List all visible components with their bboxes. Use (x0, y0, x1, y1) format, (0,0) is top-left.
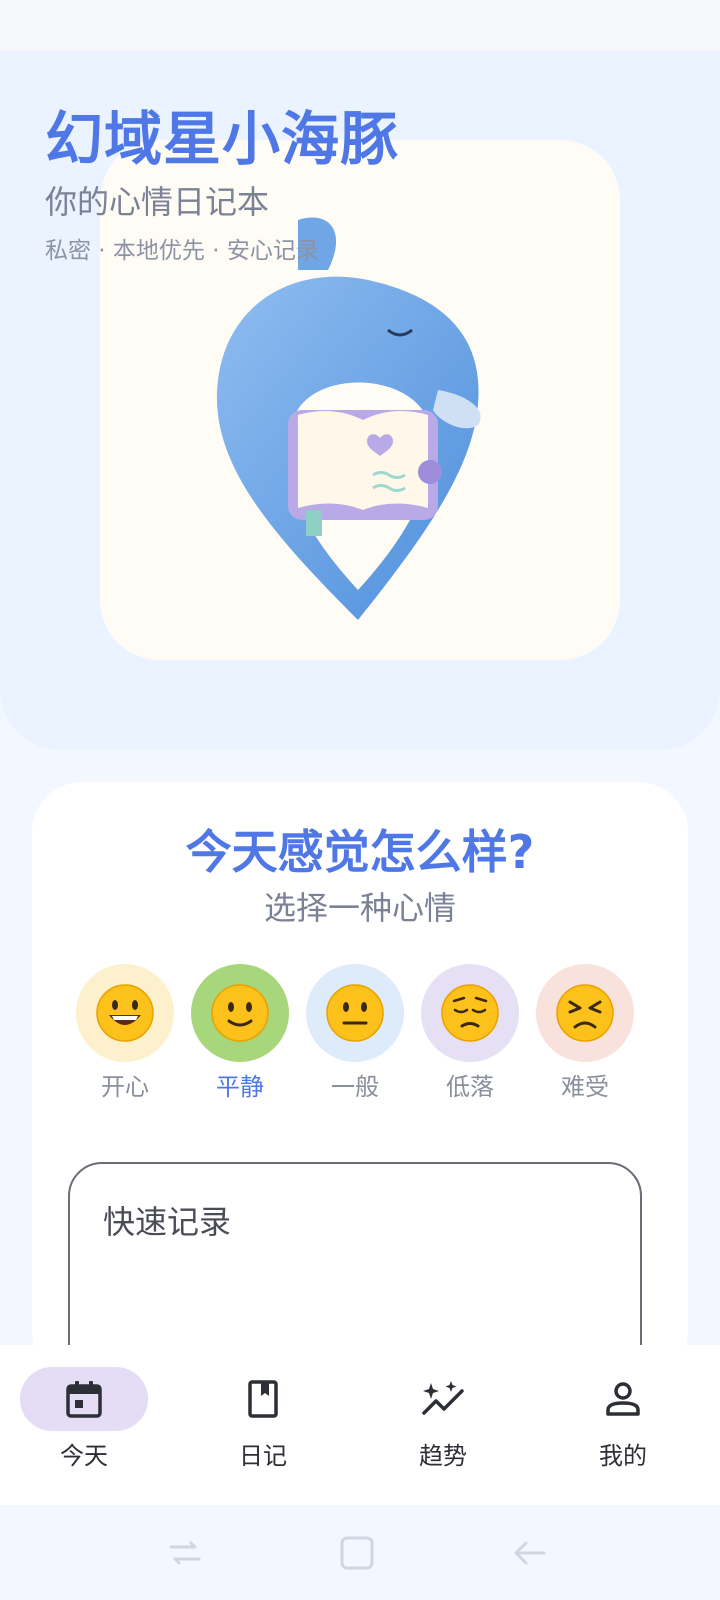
dolphin-mascot-illustration (216, 217, 481, 620)
slightly-smiling-face-icon (211, 984, 269, 1042)
book-icon (248, 1380, 278, 1418)
nav-tab-trends[interactable]: 趋势 (378, 1367, 508, 1487)
persevering-face-icon (556, 984, 614, 1042)
nav-label: 日记 (239, 1442, 287, 1470)
mood-option-low[interactable]: 低落 (420, 964, 520, 1102)
home-square-icon[interactable] (337, 1533, 377, 1573)
nav-tab-diary[interactable]: 日记 (198, 1367, 328, 1487)
status-bar (0, 0, 720, 50)
mood-circle (421, 964, 519, 1062)
nav-pill (559, 1367, 687, 1431)
mood-question: 今天感觉怎么样? (185, 825, 535, 879)
grinning-face-icon (96, 984, 154, 1042)
nav-label: 趋势 (419, 1442, 467, 1470)
nav-label: 今天 (60, 1442, 108, 1470)
quick-record-label: 快速记录 (103, 1203, 232, 1241)
calendar-icon (66, 1381, 102, 1418)
mood-option-upset[interactable]: 难受 (535, 964, 635, 1102)
bottom-navigation: 今天 日记 趋势 我的 (0, 1345, 720, 1505)
mood-option-happy[interactable]: 开心 (75, 964, 175, 1102)
app-title: 幻域星小海豚 (45, 105, 400, 173)
mood-circle (306, 964, 404, 1062)
nav-tab-today[interactable]: 今天 (19, 1367, 149, 1487)
mood-label: 低落 (446, 1073, 494, 1101)
mood-label: 一般 (331, 1073, 379, 1101)
system-navigation-bar (0, 1505, 720, 1600)
hero-banner: 幻域星小海豚 你的心情日记本 私密 · 本地优先 · 安心记录 (0, 50, 720, 750)
mood-option-calm[interactable]: 平静 (190, 964, 290, 1102)
mood-circle (536, 964, 634, 1062)
nav-pill (20, 1367, 148, 1431)
pensive-face-icon (441, 984, 499, 1042)
nav-label: 我的 (599, 1442, 647, 1470)
mood-card: 今天感觉怎么样? 选择一种心情 开心 平静 一般 低落 难受 快速记录 (32, 782, 688, 1426)
mood-label: 难受 (561, 1073, 609, 1101)
neutral-face-icon (326, 984, 384, 1042)
person-icon (606, 1382, 640, 1416)
nav-pill (379, 1367, 507, 1431)
mood-hint: 选择一种心情 (263, 889, 456, 927)
app-tagline: 私密 · 本地优先 · 安心记录 (45, 238, 319, 264)
mood-option-neutral[interactable]: 一般 (305, 964, 405, 1102)
sparkle-trend-icon (422, 1381, 464, 1415)
mood-circle (191, 964, 289, 1062)
nav-pill (199, 1367, 327, 1431)
back-arrow-icon[interactable] (510, 1533, 550, 1573)
mood-circle (76, 964, 174, 1062)
recent-apps-icon[interactable] (165, 1533, 205, 1573)
app-subtitle: 你的心情日记本 (45, 183, 270, 221)
nav-tab-profile[interactable]: 我的 (558, 1367, 688, 1487)
mood-label: 平静 (216, 1073, 264, 1101)
mood-label: 开心 (101, 1073, 149, 1101)
